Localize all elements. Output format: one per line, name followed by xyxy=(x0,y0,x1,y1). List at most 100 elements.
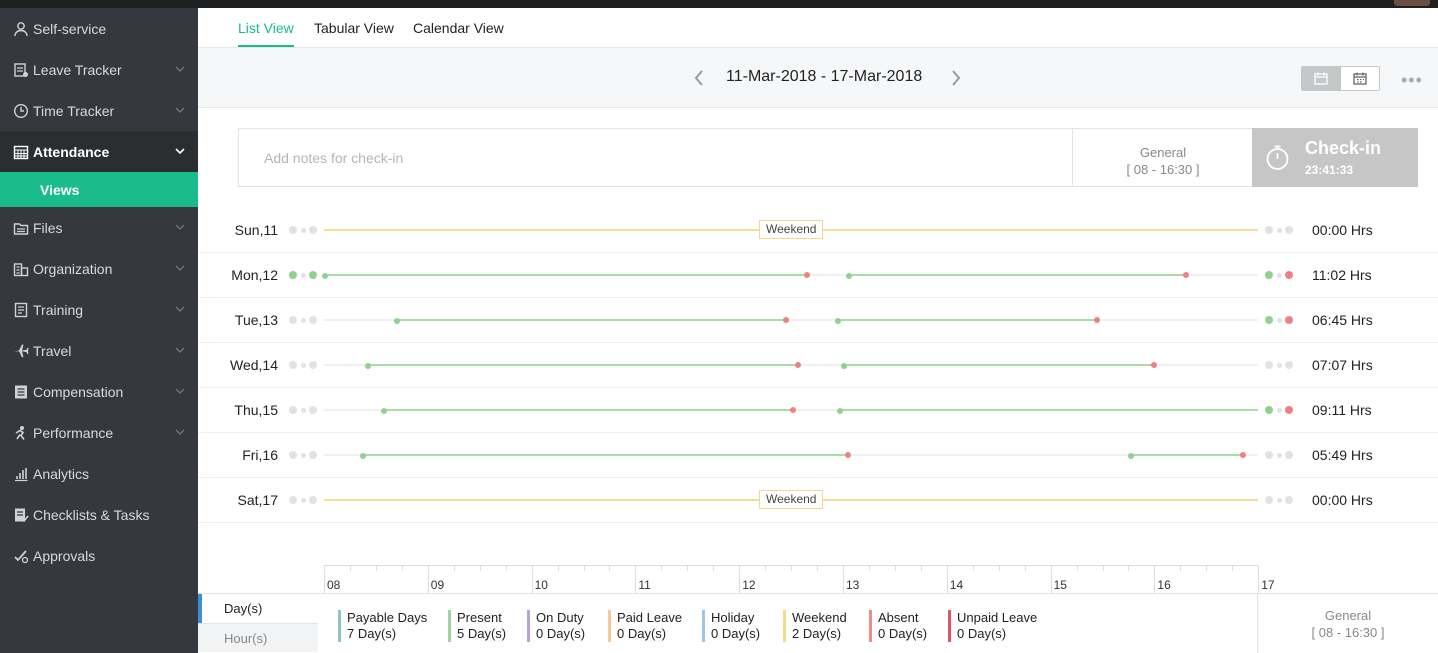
axis-hour-tick xyxy=(324,565,325,593)
sidebar-item-approvals[interactable]: Approvals xyxy=(0,535,198,576)
shift-info: General [ 08 - 16:30 ] xyxy=(1073,129,1253,186)
connector-dot xyxy=(1277,273,1282,278)
axis-hour-label: 16 xyxy=(1157,578,1171,592)
sidebar-item-time-tracker[interactable]: Time Tracker xyxy=(0,90,198,131)
checkin-point[interactable] xyxy=(1128,452,1135,459)
work-session-line xyxy=(396,319,786,321)
tab-calendar-view[interactable]: Calendar View xyxy=(413,20,504,36)
sidebar-item-compensation[interactable]: Compensation xyxy=(0,371,198,412)
tab-hours[interactable]: Hour(s) xyxy=(198,623,318,652)
checkout-point[interactable] xyxy=(1239,452,1246,458)
connector-dot xyxy=(301,453,306,458)
sidebar-item-analytics[interactable]: Analytics xyxy=(0,453,198,494)
person-icon xyxy=(12,20,29,37)
legend-item: Absent 0 Day(s) xyxy=(869,610,927,642)
month-view-button[interactable] xyxy=(1341,67,1380,90)
chevron-down-icon xyxy=(175,265,185,271)
work-session-line xyxy=(383,409,794,411)
checkout-status-dot xyxy=(1265,406,1273,414)
day-label: Tue,13 xyxy=(234,312,278,328)
axis-minor-tick xyxy=(920,565,922,571)
checkin-button[interactable]: Check-in 23:41:33 xyxy=(1252,128,1418,187)
checkin-point[interactable] xyxy=(840,362,847,369)
sidebar-item-leave-tracker[interactable]: Leave Tracker xyxy=(0,49,198,90)
tab-tabular-view[interactable]: Tabular View xyxy=(314,20,394,36)
checkout-point[interactable] xyxy=(782,317,789,323)
sidebar-subitem-views[interactable]: Views xyxy=(0,172,198,207)
sidebar-item-attendance[interactable]: Attendance xyxy=(0,131,198,172)
tab-list-view[interactable]: List View xyxy=(238,20,294,36)
total-hours: 00:00 Hrs xyxy=(1312,492,1373,508)
checkin-point[interactable] xyxy=(380,407,387,414)
checkout-status-dot xyxy=(1285,361,1293,369)
checkin-label: Check-in xyxy=(1305,138,1382,158)
next-week-arrow-icon[interactable] xyxy=(949,68,963,88)
sidebar-item-files[interactable]: Files xyxy=(0,207,198,248)
axis-hour-label: 09 xyxy=(430,578,445,592)
checkin-point[interactable] xyxy=(394,317,401,324)
axis-minor-tick xyxy=(505,565,507,571)
previous-week-arrow-icon[interactable] xyxy=(692,68,706,88)
checkin-point[interactable] xyxy=(365,362,372,369)
axis-hour-tick xyxy=(1154,565,1156,593)
time-axis: 08 09 10 11 12 13 14 15 16 17 xyxy=(324,565,1275,593)
work-session-line xyxy=(362,454,849,456)
work-session-line xyxy=(1130,454,1243,456)
sidebar-item-checklists[interactable]: Checklists & Tasks xyxy=(0,494,198,535)
sidebar-item-training[interactable]: Training xyxy=(0,289,198,330)
day-label: Sun,11 xyxy=(234,222,278,238)
work-session-line xyxy=(839,409,1259,411)
work-session-line xyxy=(367,364,799,366)
more-options-icon[interactable]: ••• xyxy=(1401,70,1423,91)
connector-dot xyxy=(1277,498,1282,503)
sidebar-item-travel[interactable]: Travel xyxy=(0,330,198,371)
checkin-point[interactable] xyxy=(359,452,366,459)
axis-hour-label: 17 xyxy=(1261,578,1275,592)
checkin-point[interactable] xyxy=(321,272,328,279)
checkout-point[interactable] xyxy=(1094,317,1101,323)
checkout-point[interactable] xyxy=(795,362,802,368)
week-view-button[interactable] xyxy=(1302,67,1341,90)
sidebar-item-organization[interactable]: Organization xyxy=(0,248,198,289)
avatar[interactable] xyxy=(1394,0,1430,6)
checkout-status-dot xyxy=(1265,451,1273,459)
legend-value: 0 Day(s) xyxy=(878,626,928,641)
sidebar-item-label: Organization xyxy=(33,260,113,277)
axis-minor-tick xyxy=(1180,565,1182,571)
sidebar-item-performance[interactable]: Performance xyxy=(0,412,198,453)
axis-minor-tick xyxy=(1206,565,1208,571)
checkin-point[interactable] xyxy=(845,272,852,279)
chevron-down-icon xyxy=(175,148,185,155)
checkout-point[interactable] xyxy=(1151,362,1158,368)
week-date-range: 11-Mar-2018 - 17-Mar-2018 xyxy=(726,68,923,85)
axis-minor-tick xyxy=(557,565,559,571)
checkout-point[interactable] xyxy=(845,452,852,458)
sidebar-item-label: Files xyxy=(33,219,63,236)
sidebar-item-self-service[interactable]: Self-service xyxy=(0,8,198,49)
view-mode-toggle xyxy=(1301,66,1380,91)
checkin-point[interactable] xyxy=(835,317,842,324)
checkin-point[interactable] xyxy=(837,407,844,414)
checkout-status-dot xyxy=(1285,271,1293,279)
sidebar-item-label: Leave Tracker xyxy=(33,61,122,78)
checkout-point[interactable] xyxy=(790,407,797,413)
connector-dot xyxy=(301,498,306,503)
tab-days[interactable]: Day(s) xyxy=(198,594,318,623)
checkout-point[interactable] xyxy=(1182,272,1189,278)
attendance-row: Sat,17 Weekend 00:00 Hrs xyxy=(198,478,1438,523)
legend-value: 0 Day(s) xyxy=(711,626,761,641)
summary-footer: Day(s) Hour(s) Payable Days 7 Day(s) Prese… xyxy=(198,593,1438,653)
sidebar-item-label: Time Tracker xyxy=(33,102,115,119)
axis-hour-label: 11 xyxy=(638,578,651,592)
axis-hour-label: 08 xyxy=(327,578,341,592)
attendance-row: Tue,13 06:45 Hrs xyxy=(198,298,1438,343)
checkin-notes-input[interactable] xyxy=(239,129,1073,186)
work-session-line xyxy=(837,319,1098,321)
axis-minor-tick xyxy=(817,565,819,571)
checkin-status-dot xyxy=(309,406,317,414)
connector-dot xyxy=(1277,408,1282,413)
attendance-row: Mon,12 11:02 Hrs xyxy=(198,253,1438,298)
checkout-point[interactable] xyxy=(803,272,810,278)
day-label: Wed,14 xyxy=(230,357,278,373)
chevron-down-icon xyxy=(175,347,185,353)
